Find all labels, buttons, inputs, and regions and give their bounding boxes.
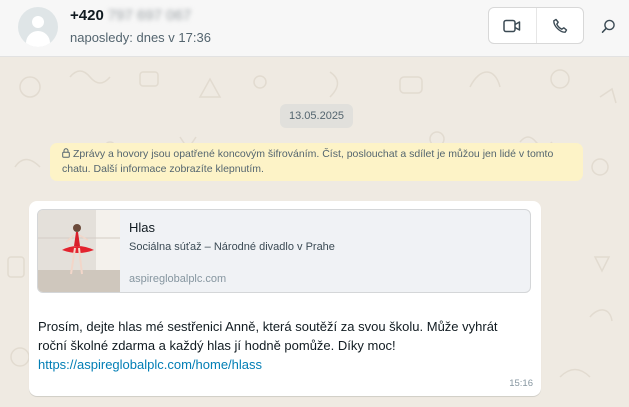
chat-area[interactable]: 13.05.2025 Zprávy a hovory jsou opatřené… [0,57,629,407]
contact-number-blurred: 797 697 067 [107,7,192,24]
encryption-notice-line1: Zprávy a hovory jsou opatřené koncovým š… [62,147,571,162]
contact-name[interactable]: +420 797 697 067 [70,7,191,24]
voice-call-button[interactable] [535,8,583,43]
avatar-body-shape [26,31,50,47]
message-text: Prosím, dejte hlas mé sestřenici Anně, k… [38,317,533,374]
search-button[interactable] [596,14,620,38]
message-text-line1: Prosím, dejte hlas mé sestřenici Anně, k… [38,319,498,334]
encryption-notice[interactable]: Zprávy a hovory jsou opatřené koncovým š… [50,143,583,181]
date-chip: 13.05.2025 [280,104,354,128]
ballerina-image [38,210,120,292]
contact-number-prefix: +420 [70,7,104,24]
avatar-head-shape [32,16,44,28]
message-link[interactable]: https://aspireglobalplc.com/home/hlass [38,357,262,372]
link-preview-domain: aspireglobalplc.com [129,273,227,285]
lock-icon [62,148,70,158]
link-preview-thumbnail [38,210,120,292]
encryption-notice-line2: chatu. Další informace zobrazíte klepnut… [62,163,264,175]
link-preview-card[interactable]: Hlas Sociálna súťaž – Národné divadlo v … [37,209,531,293]
message-time: 15:16 [509,378,533,389]
call-button-group [488,7,584,44]
link-preview-title: Hlas [129,220,156,235]
avatar[interactable] [18,7,58,47]
last-seen-status: naposledy: dnes v 17:36 [70,30,211,45]
encryption-notice-text-1: Zprávy a hovory jsou opatřené koncovým š… [73,148,554,160]
incoming-message-bubble[interactable]: Hlas Sociálna súťaž – Národné divadlo v … [29,201,541,396]
search-icon [601,19,615,33]
link-preview-description: Sociálna súťaž – Národné divadlo v Prahe [129,241,335,253]
video-call-button[interactable] [489,8,536,43]
chat-header: +420 797 697 067 naposledy: dnes v 17:36 [0,0,629,57]
message-text-line2: roční školné zdarma a každý hlas jí hodn… [38,338,396,353]
phone-icon [553,18,568,33]
video-call-icon [503,19,521,32]
